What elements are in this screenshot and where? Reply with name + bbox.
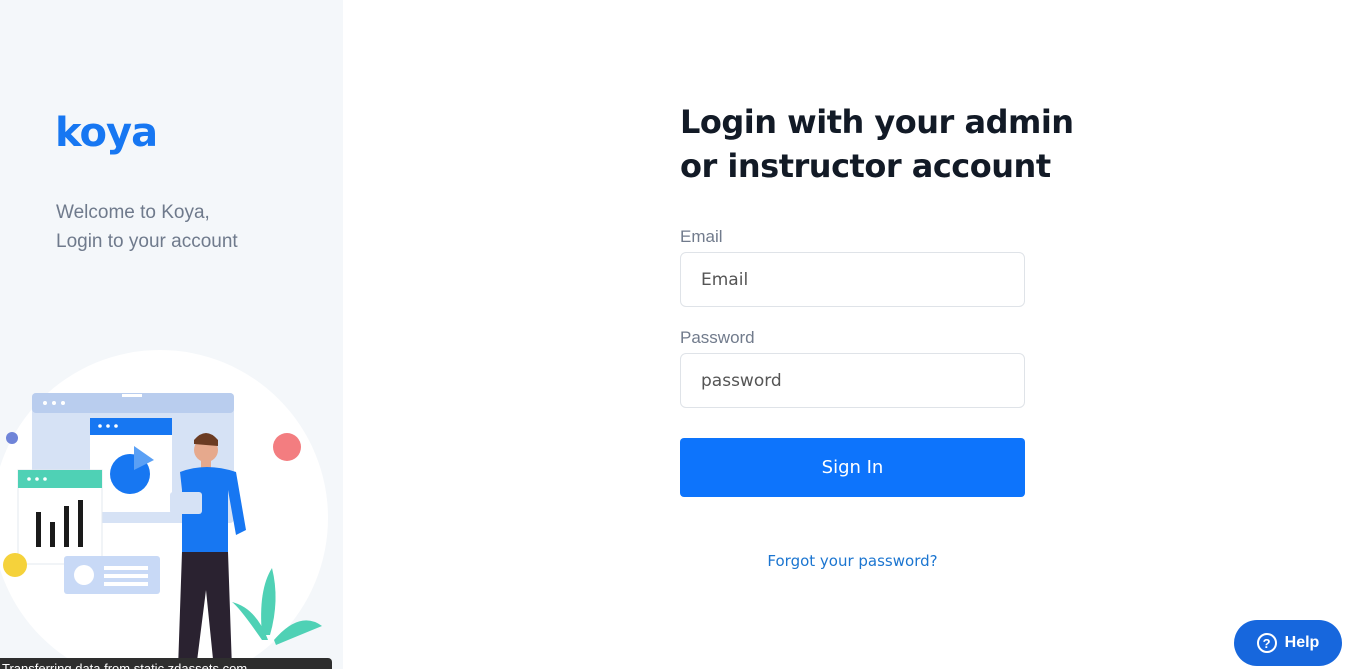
sidebar-panel: koya Welcome to Koya, Login to your acco… [0, 0, 343, 669]
help-button[interactable]: ? Help [1234, 620, 1342, 666]
title-line-1: Login with your admin [680, 103, 1074, 141]
browser-status-bar: Transferring data from static.zdassets.c… [0, 658, 332, 669]
koya-logo: koya [55, 110, 158, 156]
welcome-text: Welcome to Koya, Login to your account [56, 198, 238, 256]
email-field[interactable] [680, 252, 1025, 307]
sign-in-button[interactable]: Sign In [680, 438, 1025, 497]
password-field[interactable] [680, 353, 1025, 408]
welcome-line-2: Login to your account [56, 231, 238, 252]
welcome-line-1: Welcome to Koya, [56, 202, 210, 223]
question-icon: ? [1256, 633, 1277, 653]
page-title: Login with your admin or instructor acco… [680, 100, 1074, 188]
dashboard-illustration [0, 350, 328, 669]
email-label: Email [680, 227, 723, 246]
help-label: Help [1284, 634, 1320, 651]
password-label: Password [680, 328, 755, 347]
forgot-password-link[interactable]: Forgot your password? [680, 552, 1025, 570]
login-form: Login with your admin or instructor acco… [680, 100, 1074, 408]
title-line-2: or instructor account [680, 147, 1051, 185]
